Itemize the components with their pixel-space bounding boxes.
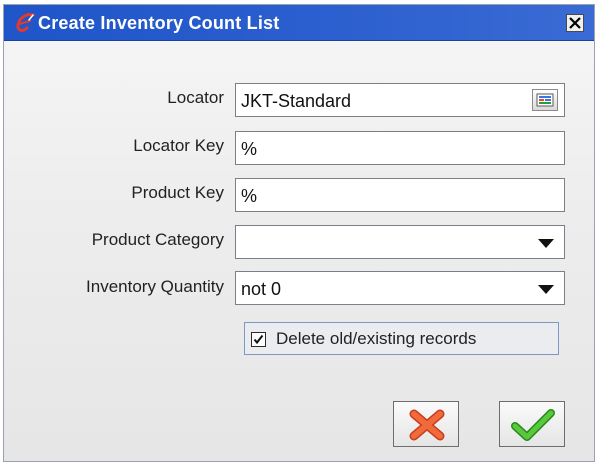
delete-old-records-option[interactable]: Delete old/existing records <box>244 322 559 355</box>
chevron-down-icon[interactable] <box>538 285 554 294</box>
inventory-quantity-label: Inventory Quantity <box>86 277 224 296</box>
delete-old-records-label: Delete old/existing records <box>276 329 477 348</box>
locator-lookup-button[interactable] <box>532 89 558 111</box>
create-inventory-count-list-dialog: Create Inventory Count List Locator JKT-… <box>3 4 595 462</box>
cancel-button[interactable] <box>393 401 459 447</box>
cancel-x-icon <box>409 409 445 441</box>
close-icon <box>569 17 581 29</box>
inventory-quantity-value: not 0 <box>241 279 282 299</box>
title-bar[interactable]: Create Inventory Count List <box>4 5 594 41</box>
product-category-label: Product Category <box>91 230 224 249</box>
delete-old-records-checkbox[interactable] <box>251 332 266 347</box>
locator-label: Locator <box>167 88 224 107</box>
product-key-input[interactable]: % <box>235 178 565 212</box>
dialog-title: Create Inventory Count List <box>38 13 280 33</box>
locator-key-value: % <box>241 139 258 159</box>
locator-field[interactable]: JKT-Standard <box>235 83 565 117</box>
product-key-label: Product Key <box>131 183 224 202</box>
product-category-select[interactable] <box>235 225 565 259</box>
checkmark-icon <box>253 334 264 345</box>
chevron-down-icon[interactable] <box>538 239 554 248</box>
locator-key-label: Locator Key <box>133 136 224 155</box>
ok-button[interactable] <box>499 401 565 447</box>
close-button[interactable] <box>566 14 584 32</box>
locator-value: JKT-Standard <box>241 91 352 111</box>
product-key-value: % <box>241 186 258 206</box>
adempiere-logo-icon <box>14 12 38 34</box>
locator-key-input[interactable]: % <box>235 131 565 165</box>
lookup-icon <box>536 93 554 107</box>
inventory-quantity-select[interactable]: not 0 <box>235 271 565 305</box>
ok-checkmark-icon <box>511 409 555 441</box>
